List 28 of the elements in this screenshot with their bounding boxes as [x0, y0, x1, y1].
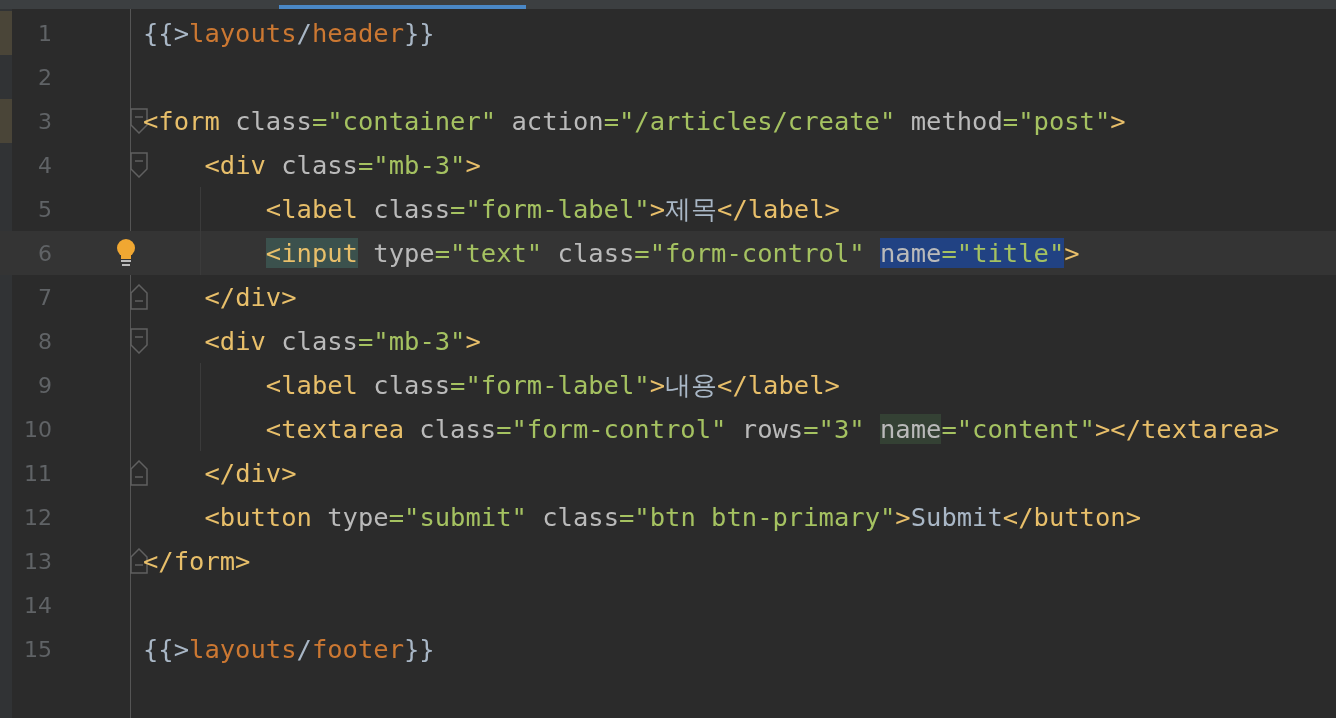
code-line: </form>: [143, 545, 251, 578]
line-number: 1: [38, 20, 52, 46]
code-line: <div class="mb-3">: [203, 149, 481, 182]
line-number: 12: [24, 504, 52, 530]
line-number: 15: [24, 636, 52, 662]
line-number: 9: [38, 372, 52, 398]
line-number: 14: [24, 592, 52, 618]
code-line: {{>layouts/footer}}: [143, 633, 435, 666]
code-line: <textarea class="form-control" rows="3" name="content"></textarea>: [264, 413, 1280, 446]
line-number: 8: [38, 328, 52, 354]
lightbulb-icon[interactable]: [116, 239, 136, 267]
code-line: <label class="form-label">내용</label>: [264, 369, 840, 402]
line-number: 10: [24, 416, 52, 442]
line-number: 5: [38, 196, 52, 222]
line-number: 11: [24, 460, 52, 486]
code-line: <form class="container" action="/articles/create" method="post">: [143, 105, 1126, 138]
code-line: <label class="form-label">제목</label>: [264, 193, 840, 226]
code-line: <button type="submit" class="btn btn-primary">Submit</button>: [203, 501, 1141, 534]
code-line: <input type="text" class="form-control" name="title">: [264, 237, 1080, 270]
code-line: <div class="mb-3">: [203, 325, 481, 358]
line-number: 13: [24, 548, 52, 574]
line-number: 7: [38, 284, 52, 310]
line-number: 4: [38, 152, 52, 178]
code-line: {{>layouts/header}}: [143, 17, 435, 50]
line-number: 3: [38, 108, 52, 134]
code-line: </div>: [203, 457, 297, 490]
line-number: 2: [38, 64, 52, 90]
code-line: </div>: [203, 281, 297, 314]
